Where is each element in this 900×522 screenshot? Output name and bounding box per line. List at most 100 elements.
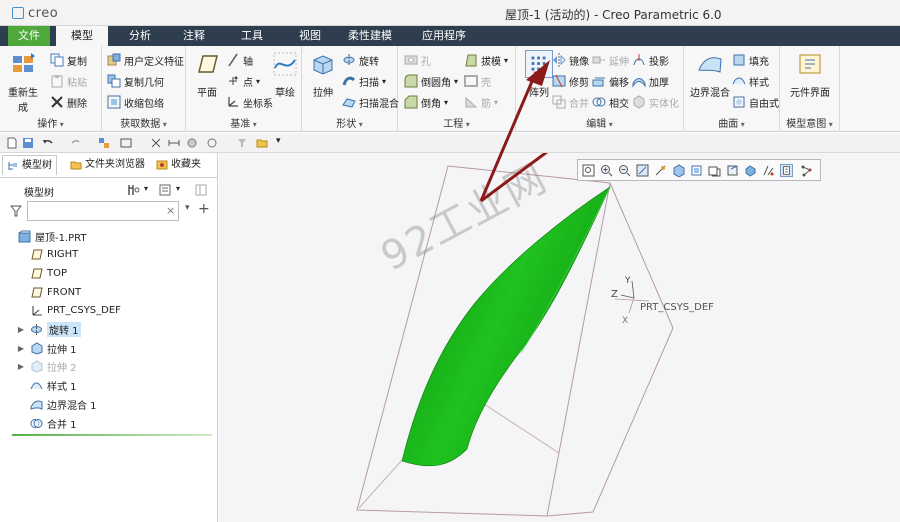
sketch-button[interactable]: 草绘 [266,50,304,99]
tree-show-dropdown-icon[interactable]: ▾ [176,184,180,193]
boundary-blend-button[interactable]: 边界混合 [688,50,732,99]
extrude-button[interactable]: 拉伸 [304,50,342,99]
tab-folder-browser-label: 文件夹浏览器 [85,159,145,170]
freestyle-label: 自由式 [749,98,779,110]
group-shapes-label[interactable]: 形状 [302,115,397,130]
copy-geometry-button[interactable]: 复制几何 [107,71,164,91]
group-datum-label[interactable]: 基准 [186,115,301,130]
thicken-button[interactable]: 加厚 [632,71,669,91]
tab-annotate[interactable]: 注释 [172,26,216,46]
clear-search-icon[interactable]: × [166,204,175,217]
user-defined-feature-button[interactable]: 用户定义特征 [107,50,184,70]
tree-settings-dropdown-icon[interactable]: ▾ [144,184,148,193]
tree-item[interactable]: 样式 1 [0,377,218,395]
tree-item[interactable]: 合并 1 [0,414,218,432]
tree-item[interactable]: RIGHT [0,246,218,264]
intersect-button[interactable]: 相交 [592,92,629,112]
sketch-icon [273,52,297,76]
tree-item[interactable]: 边界混合 1 [0,395,218,413]
round-button[interactable]: 倒圆角 ▾ [404,71,458,91]
display-style-icon[interactable] [186,137,198,149]
search-dropdown-icon[interactable]: ▾ [185,203,190,213]
plane-button[interactable]: 平面 [188,50,226,99]
new-file-icon[interactable] [6,137,18,149]
sweep-dropdown-icon[interactable]: ▾ [382,77,386,86]
paste-button[interactable]: 粘贴 [50,71,87,91]
offset-button[interactable]: 偏移 [592,71,629,91]
tab-applications[interactable]: 应用程序 [412,26,476,46]
tree-expand-icon[interactable]: ▶ [16,362,26,371]
tree-item[interactable]: ▶ 拉伸 1 [0,339,218,357]
open-folder-icon[interactable] [256,137,268,149]
group-surfaces-label[interactable]: 曲面 [684,115,779,130]
tree-show-icon[interactable] [158,183,172,197]
round-dropdown-icon[interactable]: ▾ [454,77,458,86]
tree-item[interactable]: 屋顶-1.PRT [0,227,218,245]
windows-icon[interactable] [120,137,132,149]
freestyle-button[interactable]: 自由式 [732,92,779,112]
boundary-blend-icon [698,57,722,73]
solidify-button[interactable]: 实体化 [632,92,679,112]
tree-item[interactable]: PRT_CSYS_DEF [0,302,218,320]
tree-search-input[interactable] [27,201,179,221]
revolve-button[interactable]: 旋转 [342,50,379,70]
tab-model[interactable]: 模型 [56,26,108,46]
component-interface-button[interactable]: 元件界面 [784,50,836,99]
group-get-data-label[interactable]: 获取数据 [102,115,185,130]
tab-folder-browser[interactable]: 文件夹浏览器 [66,155,149,175]
chamfer-dropdown-icon[interactable]: ▾ [444,98,448,107]
tab-file[interactable]: 文件 [8,26,50,46]
save-icon[interactable] [22,137,34,149]
extend-button[interactable]: 延伸 [592,50,629,70]
hole-icon [404,55,418,65]
delete-button[interactable]: 删除 [50,92,87,112]
redo-icon[interactable] [70,137,82,149]
round-icon [404,74,418,88]
regenerate-small-icon[interactable] [98,137,110,149]
tree-item[interactable]: ▶ 旋转 1 [0,321,218,339]
chamfer-button[interactable]: 倒角 ▾ [404,92,448,112]
tab-favorites[interactable]: 收藏夹 [152,155,205,175]
hole-button[interactable]: 孔 [404,50,431,70]
tree-item[interactable]: FRONT [0,283,218,301]
group-model-intent-label[interactable]: 模型意图 [780,115,839,130]
freestyle-icon [733,96,745,108]
point-dropdown-icon[interactable]: ▾ [256,77,260,86]
axis-button[interactable]: 轴 [226,50,253,70]
fill-icon [733,54,745,66]
tree-expand-icon[interactable]: ▶ [16,344,26,353]
thicken-label: 加厚 [649,77,669,89]
copy-button[interactable]: 复制 [50,50,87,70]
sweep-button[interactable]: 扫描 ▾ [342,71,386,91]
quick-access-more-icon[interactable]: ▾ [276,136,281,146]
fill-button[interactable]: 填充 [732,50,769,70]
tree-settings-icon[interactable] [126,183,140,197]
add-filter-icon[interactable]: + [198,201,210,217]
model-tree-title: 模型树 [24,188,54,199]
measure-icon[interactable] [168,137,180,149]
filter-icon[interactable] [10,205,22,217]
shrinkwrap-button[interactable]: 收缩包络 [107,92,164,112]
appearance-icon[interactable] [206,137,218,149]
close-window-icon[interactable] [150,137,162,149]
group-operations-label[interactable]: 操作 [0,115,101,130]
tree-expand-icon[interactable]: ▶ [16,325,26,334]
tree-item[interactable]: TOP [0,264,218,282]
regenerate-button[interactable]: 重新生成 [4,50,42,114]
project-label: 投影 [649,56,669,68]
undo-icon[interactable] [42,137,54,149]
round-label: 倒圆角 [421,77,451,89]
tab-view[interactable]: 视图 [288,26,332,46]
tree-columns-icon[interactable] [194,183,208,197]
project-button[interactable]: 投影 [632,50,669,70]
point-button[interactable]: 点 ▾ [226,71,260,91]
style-button[interactable]: 样式 [732,71,769,91]
style-icon [732,77,746,85]
swept-blend-button[interactable]: 扫描混合 [342,92,399,112]
tree-item[interactable]: ▶ 拉伸 2 [0,358,218,376]
tab-tools[interactable]: 工具 [230,26,274,46]
select-filter-icon[interactable] [236,137,248,149]
tab-analysis[interactable]: 分析 [118,26,162,46]
tab-model-tree[interactable]: 模型树 [2,155,57,175]
tab-flexible-modeling[interactable]: 柔性建模 [340,26,400,46]
